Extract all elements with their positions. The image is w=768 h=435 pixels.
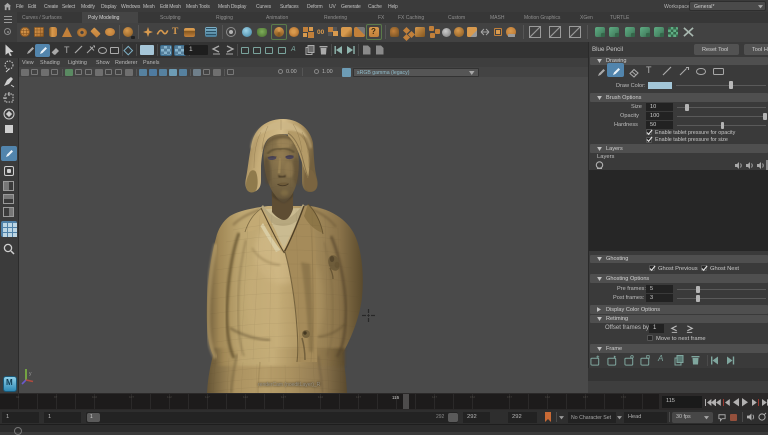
svg-text:y: y — [29, 371, 32, 377]
